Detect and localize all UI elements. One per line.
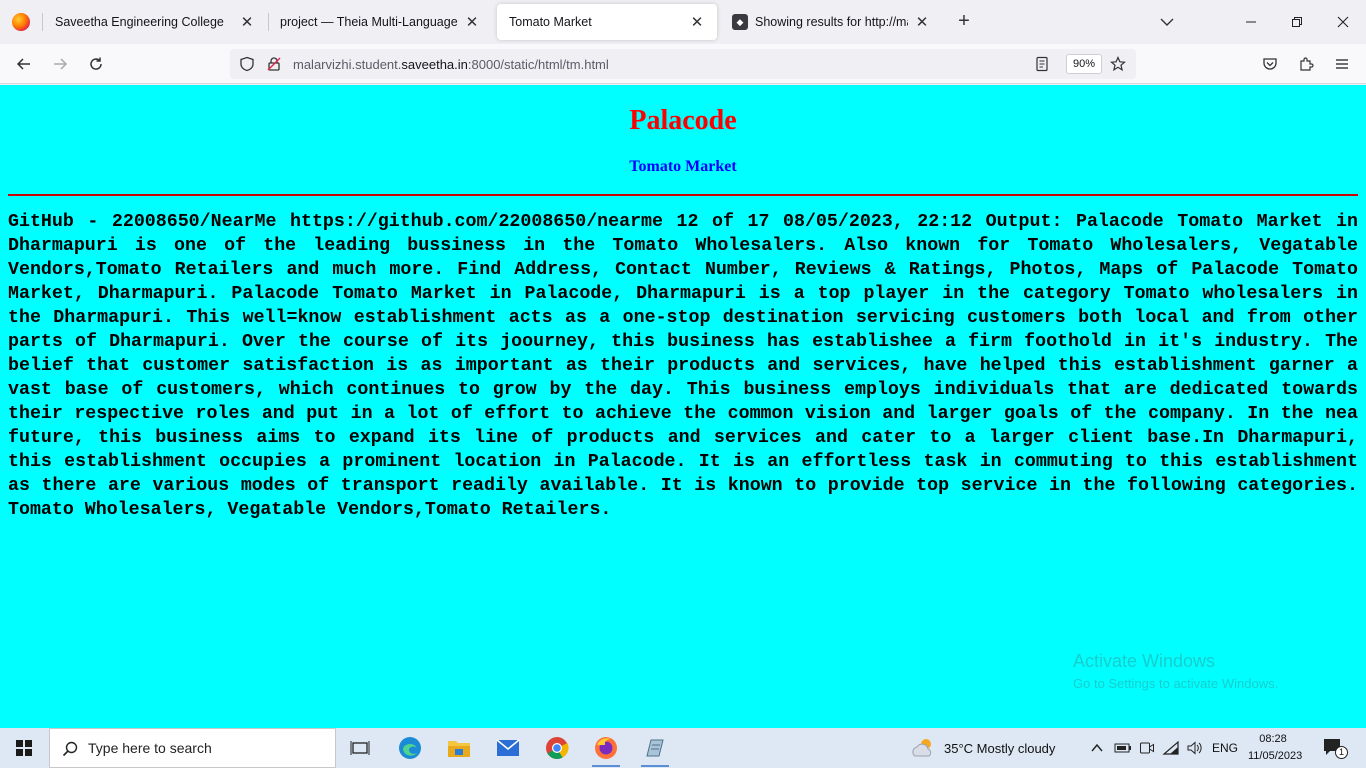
shield-icon[interactable] xyxy=(239,56,255,72)
url-suffix: :8000/static/html/tm.html xyxy=(467,56,609,72)
url-bar[interactable]: malarvizhi.student.saveetha.in:8000/stat… xyxy=(230,49,1136,79)
new-tab-button[interactable]: + xyxy=(952,10,976,34)
wifi-icon[interactable] xyxy=(1162,740,1180,756)
tab-search-results[interactable]: ◆ Showing results for http://malar ✕ xyxy=(720,4,942,40)
tab-tomato-market[interactable]: Tomato Market ✕ xyxy=(497,4,717,40)
tab-saveetha[interactable]: Saveetha Engineering College ✕ xyxy=(43,4,267,40)
restore-icon xyxy=(1292,17,1302,27)
tab-theia-project[interactable]: project — Theia Multi-Language Ex ✕ xyxy=(268,4,492,40)
forward-arrow-icon xyxy=(54,58,68,70)
navigation-toolbar: malarvizhi.student.saveetha.in:8000/stat… xyxy=(0,44,1366,84)
watermark-title: Activate Windows xyxy=(1073,651,1216,671)
system-clock[interactable]: 08:28 11/05/2023 xyxy=(1248,731,1303,765)
page-subheading: Tomato Market xyxy=(629,158,737,175)
url-host: saveetha.in xyxy=(401,56,468,72)
restore-button[interactable] xyxy=(1274,0,1320,44)
search-icon xyxy=(62,741,78,757)
url-text[interactable]: malarvizhi.student.saveetha.in:8000/stat… xyxy=(293,57,609,72)
clock-date: 11/05/2023 xyxy=(1248,750,1303,762)
bookmark-star-icon[interactable] xyxy=(1110,56,1126,72)
weather-text[interactable]: 35°C Mostly cloudy xyxy=(944,728,1055,768)
close-icon[interactable]: ✕ xyxy=(464,13,480,31)
tab-title: project — Theia Multi-Language Ex xyxy=(280,15,458,29)
puzzle-icon xyxy=(1300,57,1314,71)
hamburger-menu-icon xyxy=(1336,59,1348,69)
firefox-view-button[interactable] xyxy=(0,0,42,44)
firefox-taskbar-button[interactable] xyxy=(586,732,626,767)
list-all-tabs-button[interactable] xyxy=(1157,12,1177,32)
zoom-level-button[interactable]: 90% xyxy=(1066,54,1103,74)
reload-icon xyxy=(90,57,102,70)
owl-favicon-icon: ◆ xyxy=(732,14,748,30)
notification-center-button[interactable]: 1 xyxy=(1322,736,1348,760)
speaker-volume-icon[interactable] xyxy=(1186,740,1204,756)
back-button[interactable] xyxy=(12,52,36,76)
taskbar-search-box[interactable]: Type here to search xyxy=(49,728,336,768)
mail-taskbar-button[interactable] xyxy=(488,732,528,764)
close-icon[interactable]: ✕ xyxy=(239,13,255,31)
app-menu-button[interactable] xyxy=(1330,52,1354,76)
extensions-button[interactable] xyxy=(1294,52,1318,76)
edge-taskbar-button[interactable] xyxy=(390,732,430,764)
reload-button[interactable] xyxy=(84,52,108,76)
activate-windows-watermark: Activate Windows Go to Settings to activ… xyxy=(1073,651,1278,691)
page-body-text: GitHub - 22008650/NearMe https://github.… xyxy=(8,212,1358,520)
file-explorer-icon xyxy=(448,741,470,757)
chrome-icon xyxy=(546,737,569,759)
minimize-icon xyxy=(1246,21,1256,23)
pocket-icon xyxy=(1263,58,1277,70)
page-content: Palacode Tomato Market GitHub - 22008650… xyxy=(0,85,1366,728)
page-heading: Palacode xyxy=(629,105,737,136)
start-button[interactable] xyxy=(0,728,48,768)
close-icon xyxy=(1337,16,1349,28)
url-prefix: malarvizhi.student. xyxy=(293,56,402,72)
insecure-lock-icon[interactable] xyxy=(266,56,282,72)
horizontal-rule xyxy=(8,194,1358,196)
file-explorer-taskbar-button[interactable] xyxy=(439,732,479,764)
reader-view-icon[interactable] xyxy=(1034,56,1050,72)
minimize-button[interactable] xyxy=(1228,0,1274,44)
battery-icon[interactable] xyxy=(1114,741,1132,755)
notepad-taskbar-button[interactable] xyxy=(635,732,675,767)
back-arrow-icon xyxy=(16,58,30,70)
firefox-icon xyxy=(595,737,617,759)
pocket-button[interactable] xyxy=(1258,52,1282,76)
tab-strip: Saveetha Engineering College ✕ project —… xyxy=(0,0,1366,44)
clock-time: 08:28 xyxy=(1259,733,1287,745)
windows-logo-icon xyxy=(16,740,32,756)
edge-icon xyxy=(399,737,421,759)
chrome-taskbar-button[interactable] xyxy=(537,732,577,764)
notepad-icon xyxy=(646,739,664,757)
meet-now-icon[interactable] xyxy=(1139,740,1155,756)
close-icon[interactable]: ✕ xyxy=(689,13,705,31)
close-icon[interactable]: ✕ xyxy=(914,13,930,31)
tab-title: Showing results for http://malar xyxy=(755,15,908,29)
weather-cloudy-icon[interactable] xyxy=(910,736,936,760)
windows-taskbar: Type here to search 35°C Mostly cloudy E… xyxy=(0,728,1366,768)
task-view-icon xyxy=(350,741,370,755)
watermark-subtitle: Go to Settings to activate Windows. xyxy=(1073,676,1279,691)
chevron-down-icon xyxy=(1160,18,1174,26)
notification-badge: 1 xyxy=(1335,746,1348,759)
input-language-indicator[interactable]: ENG xyxy=(1212,728,1238,768)
search-placeholder: Type here to search xyxy=(88,740,212,756)
task-view-button[interactable] xyxy=(340,732,380,764)
forward-button[interactable] xyxy=(48,52,72,76)
tab-title: Saveetha Engineering College xyxy=(55,15,224,29)
mail-icon xyxy=(496,739,520,756)
firefox-icon xyxy=(12,13,30,31)
tab-title: Tomato Market xyxy=(509,15,592,29)
chevron-up-icon[interactable] xyxy=(1090,741,1104,755)
close-window-button[interactable] xyxy=(1320,0,1366,44)
